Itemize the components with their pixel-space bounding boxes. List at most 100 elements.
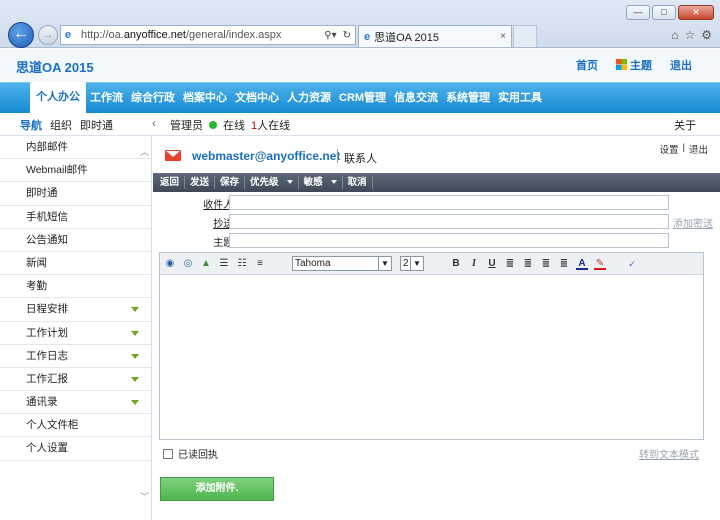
forward-arrow-icon[interactable]: →	[38, 25, 58, 45]
sidebar-item[interactable]: 通讯录	[0, 391, 151, 415]
module-tab[interactable]: 文档中心	[231, 83, 283, 114]
app-header: 思道OA 2015 首页 主题 退出	[0, 49, 720, 82]
sidebar-item[interactable]: 个人文件柜	[0, 414, 151, 438]
settings-gear-icon[interactable]: ⚙	[701, 28, 712, 42]
expand-arrow-icon[interactable]	[131, 376, 139, 382]
refresh-icon[interactable]: ↻	[343, 30, 351, 41]
expand-arrow-icon[interactable]	[131, 307, 139, 313]
save-button[interactable]: 保存	[216, 173, 243, 192]
module-tab[interactable]: 实用工具	[494, 83, 546, 114]
cc-input[interactable]	[229, 214, 669, 229]
module-tab[interactable]: 个人办公	[30, 82, 86, 115]
mail-exit-link[interactable]: 退出	[689, 142, 708, 156]
back-arrow-icon[interactable]: ←	[8, 22, 34, 48]
online-status-icon	[209, 121, 217, 129]
spell-check-icon[interactable]: ✓	[626, 258, 638, 270]
font-family-select[interactable]: Tahoma ▼	[292, 256, 392, 271]
module-tab[interactable]: 人力资源	[283, 83, 335, 114]
sidebar-item[interactable]: 新闻	[0, 252, 151, 276]
collapse-chevron-icon[interactable]: ‹	[152, 116, 156, 130]
browser-chrome: — □ ✕ ← → e http://oa.anyoffice.net/gene…	[0, 0, 720, 48]
close-window-button[interactable]: ✕	[678, 5, 714, 20]
unordered-list-icon[interactable]: ☷	[236, 258, 248, 270]
sidebar-item-label: 日程安排	[26, 303, 68, 316]
expand-arrow-icon[interactable]	[131, 330, 139, 336]
sidebar-item-label: 内部邮件	[26, 141, 68, 153]
address-bar[interactable]: e http://oa.anyoffice.net/general/index.…	[60, 25, 356, 45]
favorites-star-icon[interactable]: ☆	[684, 28, 695, 42]
sidebar-item[interactable]: 个人设置	[0, 437, 151, 461]
align-right-icon[interactable]: ≣	[540, 258, 552, 270]
tab-navigation[interactable]: 导航	[20, 117, 42, 133]
align-justify-icon[interactable]: ≣	[558, 258, 570, 270]
sensitivity-dropdown[interactable]: 敏感	[300, 173, 341, 192]
about-link[interactable]: 关于	[674, 117, 696, 133]
insert-link-icon[interactable]: ◉	[164, 258, 176, 270]
address-url[interactable]: http://oa.anyoffice.net/general/index.as…	[81, 29, 324, 41]
italic-icon[interactable]: I	[468, 258, 480, 270]
sidebar-item-label: 手机短信	[26, 210, 68, 223]
online-count[interactable]: 1人在线	[251, 117, 290, 133]
underline-icon[interactable]: U	[486, 258, 498, 270]
sidebar-item[interactable]: 工作计划	[0, 322, 151, 345]
bold-icon[interactable]: B	[450, 258, 462, 270]
sidebar-item[interactable]: 公告通知	[0, 229, 151, 252]
sidebar-item[interactable]: 日程安排	[0, 298, 151, 322]
read-receipt-checkbox[interactable]	[163, 448, 173, 459]
module-tab[interactable]: 综合行政	[127, 83, 179, 114]
logout-link[interactable]: 退出	[670, 57, 692, 73]
maximize-button[interactable]: □	[652, 5, 676, 20]
home-icon[interactable]: ⌂	[671, 28, 678, 42]
tab-instant-messaging[interactable]: 即时通	[80, 117, 113, 133]
switch-to-text-mode-link[interactable]: 转到文本模式	[639, 446, 699, 461]
expand-arrow-icon[interactable]	[131, 400, 139, 406]
tab-organization[interactable]: 组织	[50, 117, 72, 133]
module-tab[interactable]: 系统管理	[442, 83, 494, 114]
rich-text-editor[interactable]: ◉ ◎ ▲ ☰ ☷ ≡ Tahoma ▼ 2 ▼ B I U ≣ ≣ ≣ ≣ A ✎	[159, 252, 704, 440]
priority-dropdown[interactable]: 优先级	[246, 173, 297, 192]
minimize-button[interactable]: —	[626, 5, 650, 20]
module-tab[interactable]: CRM管理	[335, 83, 390, 114]
scroll-down-icon[interactable]: ﹀	[140, 490, 149, 503]
sidebar-item[interactable]: 内部邮件	[0, 136, 151, 160]
tab-close-icon[interactable]: ×	[500, 31, 506, 42]
unlink-icon[interactable]: ◎	[182, 258, 194, 270]
back-button[interactable]: 返回	[156, 173, 183, 192]
insert-image-icon[interactable]: ▲	[200, 258, 212, 270]
home-link[interactable]: 首页	[576, 57, 598, 73]
module-tab[interactable]: 信息交流	[390, 83, 442, 114]
add-attachment-button[interactable]: 添加附件.	[160, 477, 274, 501]
font-color-icon[interactable]: A	[576, 258, 588, 270]
sidebar-item[interactable]: 手机短信	[0, 206, 151, 229]
sidebar-item[interactable]: 工作日志	[0, 345, 151, 368]
add-bcc-link[interactable]: 添加密送	[673, 215, 713, 230]
editor-toolbar: ◉ ◎ ▲ ☰ ☷ ≡ Tahoma ▼ 2 ▼ B I U ≣ ≣ ≣ ≣ A ✎	[160, 253, 703, 275]
highlight-color-icon[interactable]: ✎	[594, 258, 606, 270]
sidebar-item-label: 考勤	[26, 280, 47, 293]
module-tab[interactable]: 工作流	[86, 83, 127, 114]
send-button[interactable]: 发送	[186, 173, 213, 192]
contacts-link[interactable]: 联系人	[344, 150, 377, 166]
align-center-icon[interactable]: ≣	[522, 258, 534, 270]
theme-link[interactable]: 主题	[616, 57, 652, 73]
new-tab-button[interactable]	[513, 25, 537, 47]
search-icon[interactable]: ⚲▾	[324, 30, 336, 41]
sidebar-item-label: 工作汇报	[26, 372, 68, 385]
cancel-button[interactable]: 取消	[344, 173, 371, 192]
scroll-up-icon[interactable]: ︿	[140, 145, 149, 158]
sidebar-item[interactable]: 工作汇报	[0, 368, 151, 392]
align-left-icon[interactable]: ≣	[504, 258, 516, 270]
browser-tab[interactable]: e 思道OA 2015 ×	[358, 25, 512, 47]
mail-settings-link[interactable]: 设置	[660, 142, 679, 156]
sidebar-item[interactable]: Webmail邮件	[0, 159, 151, 183]
subject-input[interactable]	[229, 233, 669, 248]
font-size-select[interactable]: 2 ▼	[400, 256, 424, 271]
ordered-list-icon[interactable]: ☰	[218, 258, 230, 270]
expand-arrow-icon[interactable]	[131, 353, 139, 359]
to-input[interactable]	[229, 195, 669, 210]
sidebar-item[interactable]: 考勤	[0, 275, 151, 299]
sidebar-item[interactable]: 即时通	[0, 182, 151, 206]
module-tab[interactable]: 档案中心	[179, 83, 231, 114]
chevron-down-icon: ▼	[410, 257, 423, 270]
indent-icon[interactable]: ≡	[254, 258, 266, 270]
